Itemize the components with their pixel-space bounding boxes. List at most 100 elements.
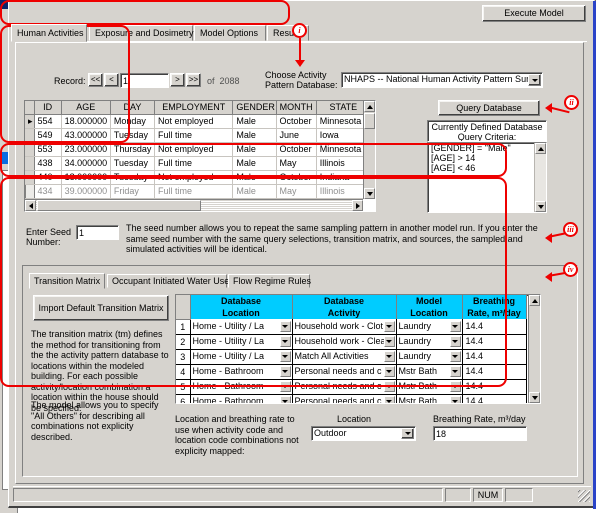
cell-employment[interactable]: Not employed xyxy=(154,170,234,185)
column-header-employment[interactable]: EMPLOYMENT xyxy=(154,101,234,115)
scroll-thumb-vertical[interactable] xyxy=(364,113,375,129)
matrix-scroll-up-button[interactable] xyxy=(529,295,540,306)
cell-id[interactable]: 553 xyxy=(34,142,62,157)
matrix-column-header-database-activity-line1[interactable]: Database xyxy=(292,295,397,307)
cell-employment[interactable]: Full time xyxy=(154,128,234,143)
chevron-down-icon[interactable] xyxy=(528,74,541,86)
record-prev-button[interactable]: < xyxy=(104,73,119,87)
chevron-down-icon[interactable] xyxy=(449,320,461,332)
query-database-button[interactable]: Query Database xyxy=(438,100,540,116)
matrix-column-header-model-location-line2[interactable]: Location xyxy=(396,307,463,319)
query-scroll-up-button[interactable] xyxy=(535,143,546,154)
resize-grip[interactable] xyxy=(578,490,590,502)
tab-transition-matrix[interactable]: Transition Matrix xyxy=(29,273,105,289)
matrix-cell-model-location[interactable]: Mstr Bath xyxy=(396,379,463,395)
matrix-cell-database-location[interactable]: Home - Utility / La xyxy=(190,349,293,365)
cell-day[interactable]: Tuesday xyxy=(110,170,156,185)
column-header-day[interactable]: DAY xyxy=(110,101,156,115)
matrix-cell-database-location[interactable]: Home - Bathroom xyxy=(190,379,293,395)
chevron-down-icon[interactable] xyxy=(279,396,291,403)
chevron-down-icon[interactable] xyxy=(279,320,291,332)
chevron-down-icon[interactable] xyxy=(279,366,291,377)
chevron-down-icon[interactable] xyxy=(383,366,395,377)
cell-month[interactable]: October xyxy=(276,142,317,157)
chevron-down-icon[interactable] xyxy=(449,336,461,347)
cell-age[interactable]: 18.000000 xyxy=(61,170,111,185)
chevron-down-icon[interactable] xyxy=(279,381,291,392)
activity-database-select[interactable]: NHAPS -- National Human Activity Pattern… xyxy=(341,72,543,88)
cell-age[interactable]: 23.000000 xyxy=(61,142,111,157)
tab-model-options[interactable]: Model Options xyxy=(194,25,266,41)
cell-day[interactable]: Tuesday xyxy=(110,128,156,143)
seed-number-input[interactable]: 1 xyxy=(76,225,119,240)
matrix-cell-model-location[interactable]: Laundry xyxy=(396,334,463,350)
matrix-cell-breathing-rate[interactable]: 14.4 xyxy=(462,379,527,395)
cell-id[interactable]: 438 xyxy=(34,156,62,171)
tab-exposure-and-dosimetry[interactable]: Exposure and Dosimetry xyxy=(89,25,194,41)
matrix-scroll-down-button[interactable] xyxy=(529,392,540,403)
matrix-column-header-database-location-line1[interactable]: Database xyxy=(190,295,293,307)
chevron-down-icon[interactable] xyxy=(383,320,395,332)
matrix-cell-database-location[interactable]: Home - Utility / La xyxy=(190,334,293,350)
scroll-right-button[interactable] xyxy=(352,200,363,211)
matrix-cell-database-location[interactable]: Home - Bathroom xyxy=(190,394,293,403)
execute-model-button[interactable]: Execute Model xyxy=(482,5,586,22)
chevron-down-icon[interactable] xyxy=(383,396,395,403)
cell-month[interactable]: June xyxy=(276,128,317,143)
chevron-down-icon[interactable] xyxy=(279,336,291,347)
column-header-gender[interactable]: GENDER xyxy=(232,101,277,115)
column-header-month[interactable]: MONTH xyxy=(276,101,317,115)
matrix-cell-database-activity[interactable]: Personal needs and c xyxy=(292,364,397,380)
matrix-cell-database-location[interactable]: Home - Utility / La xyxy=(190,319,293,335)
matrix-cell-model-location[interactable]: Mstr Bath xyxy=(396,394,463,403)
query-criteria-list[interactable]: [GENDER] = "Male" [AGE] > 14 [AGE] < 46 xyxy=(427,142,547,213)
chevron-down-icon[interactable] xyxy=(449,351,461,362)
activity-records-grid[interactable]: ID AGE DAY EMPLOYMENT GENDER MONTH STATE… xyxy=(24,100,376,212)
cell-month[interactable]: October xyxy=(276,170,317,185)
cell-gender[interactable]: Male xyxy=(232,184,277,199)
matrix-cell-database-location[interactable]: Home - Bathroom xyxy=(190,364,293,380)
cell-day[interactable]: Monday xyxy=(110,114,156,129)
cell-employment[interactable]: Full time xyxy=(154,156,234,171)
chevron-down-icon[interactable] xyxy=(449,396,461,403)
cell-age[interactable]: 39.000000 xyxy=(61,184,111,199)
matrix-column-header-database-activity-line2[interactable]: Activity xyxy=(292,307,397,319)
scroll-left-button[interactable] xyxy=(25,200,36,211)
query-list-scrollbar[interactable] xyxy=(534,143,546,212)
matrix-cell-breathing-rate[interactable]: 14.4 xyxy=(462,394,527,403)
matrix-cell-breathing-rate[interactable]: 14.4 xyxy=(462,349,527,365)
matrix-column-header-model-location-line1[interactable]: Model xyxy=(396,295,463,307)
matrix-column-header-breathing-rate-line2[interactable]: Rate, m³/day xyxy=(462,307,527,319)
matrix-cell-database-activity[interactable]: Household work - Clea xyxy=(292,334,397,350)
chevron-down-icon[interactable] xyxy=(401,428,414,439)
cell-age[interactable]: 18.000000 xyxy=(61,114,111,129)
query-criterion-item[interactable]: [GENDER] = "Male" xyxy=(428,143,546,153)
chevron-down-icon[interactable] xyxy=(279,351,291,362)
record-last-button[interactable]: >> xyxy=(186,73,201,87)
scroll-thumb-horizontal[interactable] xyxy=(37,200,201,211)
import-default-transition-matrix-button[interactable]: Import Default Transition Matrix xyxy=(33,295,169,321)
matrix-cell-breathing-rate[interactable]: 14.4 xyxy=(462,364,527,380)
scroll-down-button[interactable] xyxy=(364,188,375,199)
tab-results[interactable]: Results xyxy=(267,25,309,41)
matrix-cell-database-activity[interactable]: Match All Activities xyxy=(292,349,397,365)
record-next-button[interactable]: > xyxy=(170,73,185,87)
cell-id[interactable]: 434 xyxy=(34,184,62,199)
matrix-column-header-database-location-line2[interactable]: Location xyxy=(190,307,293,319)
query-criterion-item[interactable]: [AGE] > 14 xyxy=(428,153,546,163)
matrix-cell-model-location[interactable]: Mstr Bath xyxy=(396,364,463,380)
column-header-id[interactable]: ID xyxy=(34,101,62,115)
cell-day[interactable]: Tuesday xyxy=(110,156,156,171)
chevron-down-icon[interactable] xyxy=(449,366,461,377)
cell-gender[interactable]: Male xyxy=(232,170,277,185)
transition-matrix-grid[interactable]: Database Database Model Breathing Locati… xyxy=(175,294,541,404)
record-first-button[interactable]: << xyxy=(88,73,103,87)
cell-day[interactable]: Thursday xyxy=(110,142,156,157)
matrix-column-header-breathing-rate-line1[interactable]: Breathing xyxy=(462,295,527,307)
cell-employment[interactable]: Not employed xyxy=(154,114,234,129)
grid-vertical-scrollbar[interactable] xyxy=(363,101,375,199)
chevron-down-icon[interactable] xyxy=(449,381,461,392)
grid-horizontal-scrollbar[interactable] xyxy=(25,199,363,211)
cell-month[interactable]: October xyxy=(276,114,317,129)
matrix-cell-breathing-rate[interactable]: 14.4 xyxy=(462,319,527,335)
